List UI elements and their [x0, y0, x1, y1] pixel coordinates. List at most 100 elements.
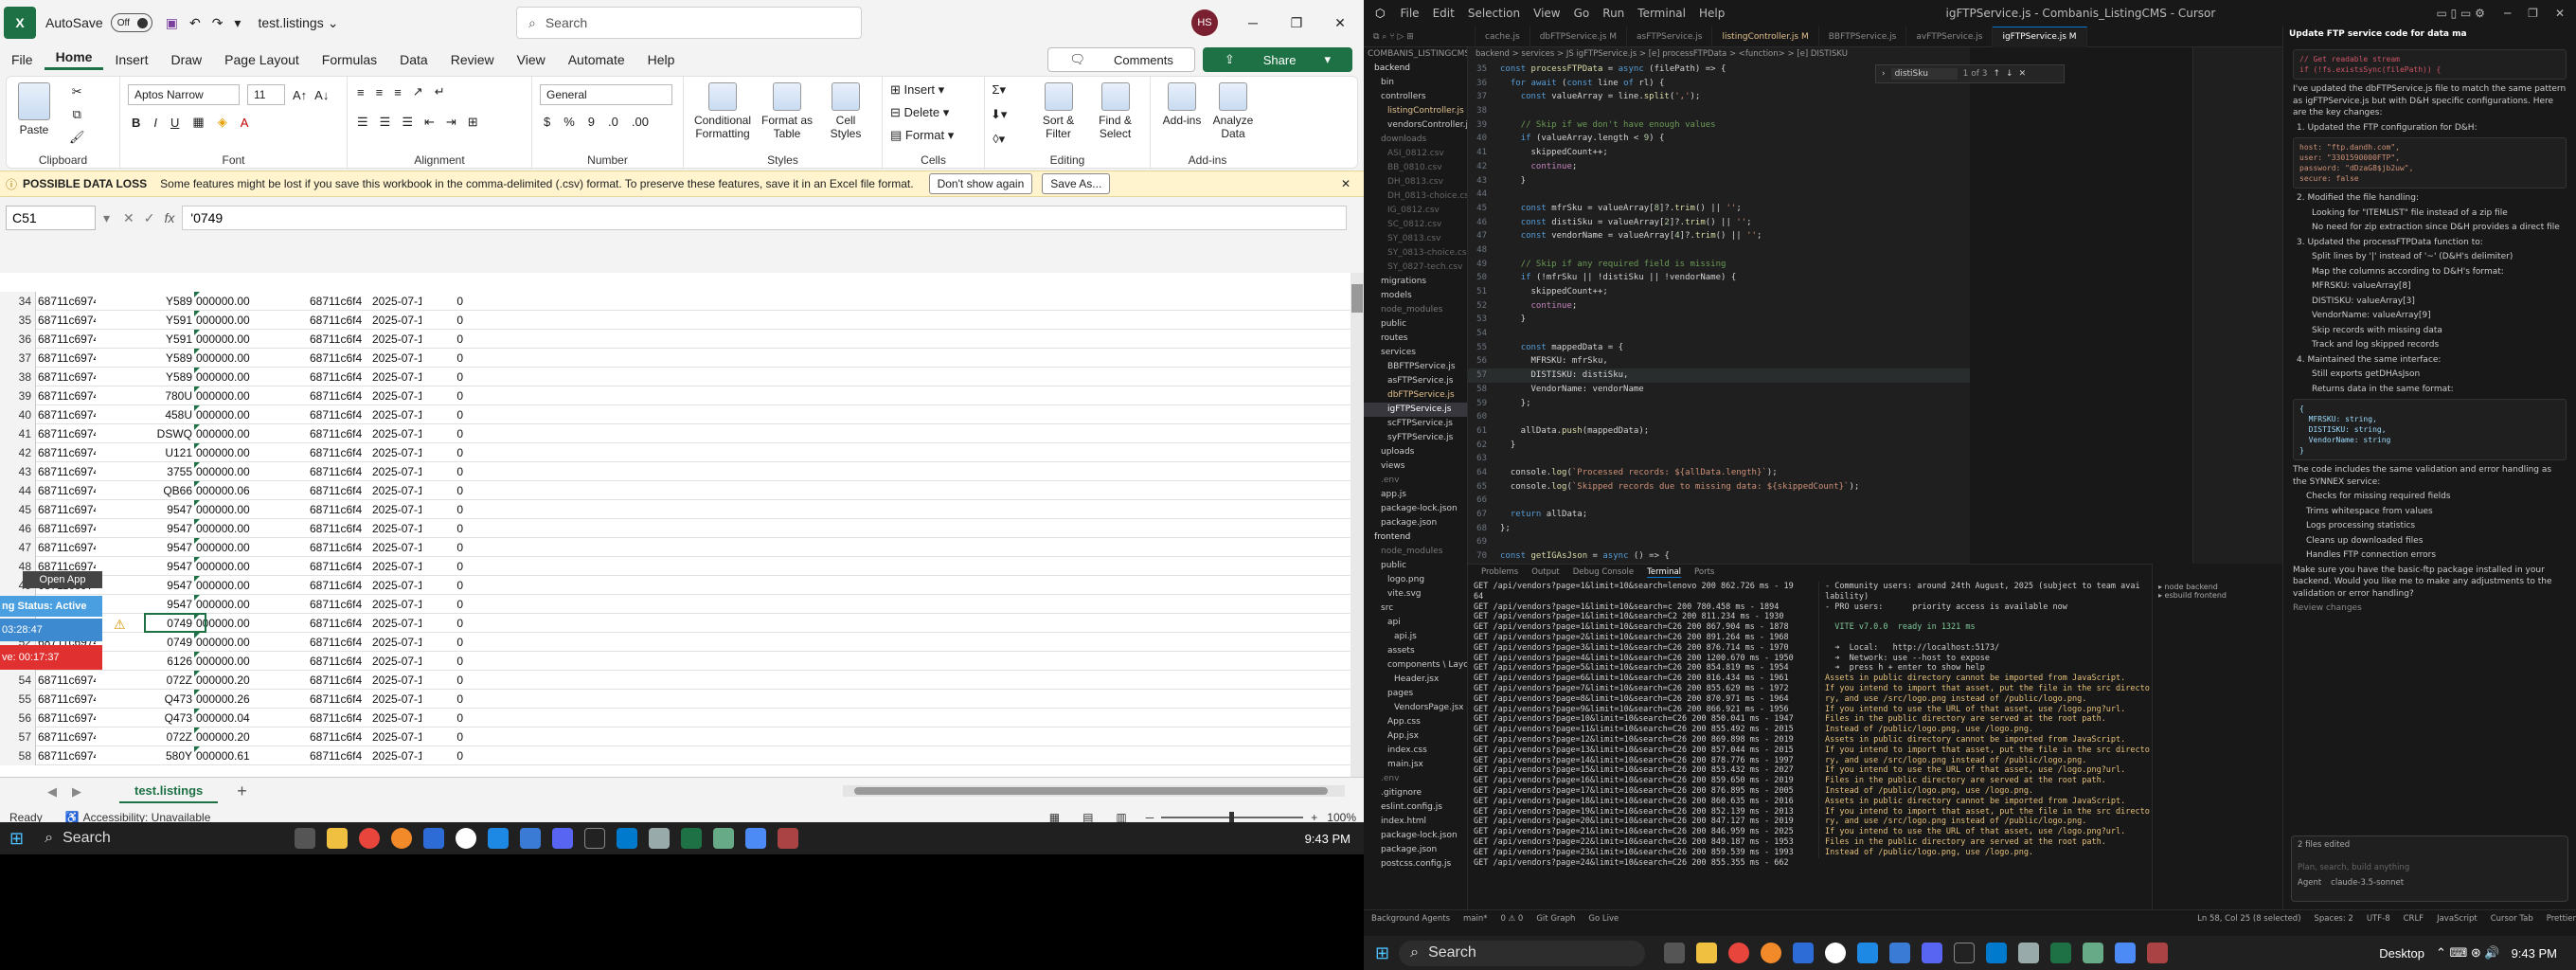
explorer-item[interactable]: SY_0813-choice.csv: [1364, 246, 1467, 260]
conditional-formatting-button[interactable]: Conditional Formatting: [691, 82, 754, 140]
format-painter-icon[interactable]: 🖌: [69, 130, 85, 145]
cell-c[interactable]: 9547: [132, 595, 194, 614]
status-item[interactable]: JavaScript: [2437, 914, 2478, 924]
cell-f[interactable]: 68711c6f4: [308, 576, 370, 595]
chat-input-box[interactable]: 2 files edited Plan, search, build anyth…: [2291, 835, 2568, 902]
explorer-item[interactable]: public: [1364, 559, 1467, 573]
next-sheet-icon[interactable]: ▶: [72, 784, 81, 799]
explorer-item[interactable]: App.jsx: [1364, 729, 1467, 744]
cell-h[interactable]: 0: [421, 500, 465, 519]
cursor-restore-icon[interactable]: ❐: [2528, 7, 2538, 20]
indent-increase-icon[interactable]: ⇥: [446, 115, 456, 130]
find-prev-icon[interactable]: ↑: [1993, 69, 2000, 79]
explorer-item[interactable]: frontend: [1364, 530, 1467, 545]
undo-icon[interactable]: ↶: [189, 15, 201, 31]
cell-f[interactable]: 68711c6f4: [308, 595, 370, 614]
row-number[interactable]: 37: [0, 349, 36, 368]
code-editor[interactable]: 35 const processFTPData = async (filePath…: [1468, 47, 1970, 564]
insert-cells-button[interactable]: ⊞ Insert ▾: [890, 82, 944, 98]
cell-c[interactable]: Y591: [132, 311, 194, 330]
explorer-item[interactable]: uploads: [1364, 445, 1467, 459]
row-number[interactable]: 39: [0, 386, 36, 405]
explorer-item[interactable]: backend: [1364, 62, 1467, 76]
row-number[interactable]: 38: [0, 368, 36, 386]
clear-icon[interactable]: ◊▾: [993, 132, 1005, 147]
cell-d[interactable]: 000000.00: [194, 557, 260, 576]
cell-g[interactable]: 2025-07-1: [370, 690, 421, 709]
name-box[interactable]: C51: [6, 206, 96, 230]
tab-page-layout[interactable]: Page Layout: [213, 52, 311, 67]
status-item[interactable]: 0 ⚠ 0: [1501, 914, 1524, 924]
sheet-tab[interactable]: test.listings: [119, 780, 219, 803]
cell-g[interactable]: 2025-07-1: [370, 349, 421, 368]
app2-icon[interactable]: [520, 828, 542, 849]
app-icon[interactable]: [456, 828, 477, 849]
cell-c[interactable]: 0749: [132, 633, 194, 652]
cell-g[interactable]: 2025-07-1: [370, 443, 421, 462]
menu-go[interactable]: Go: [1574, 7, 1590, 20]
file-explorer-icon[interactable]: [1696, 943, 1718, 963]
explorer-item[interactable]: vite.svg: [1364, 587, 1467, 602]
cell-g[interactable]: 2025-07-1: [370, 614, 421, 633]
horizontal-scroll-thumb[interactable]: [854, 787, 1328, 795]
paste-button[interactable]: Paste: [18, 82, 50, 136]
row-number[interactable]: 44: [0, 481, 36, 500]
cell-h[interactable]: 0: [421, 292, 465, 311]
task-view-icon[interactable]: [295, 828, 316, 849]
explorer-item[interactable]: migrations: [1364, 275, 1467, 289]
tab-asftpservice[interactable]: asFTPService.js: [1627, 26, 1713, 47]
name-box-chevron-icon[interactable]: ▾: [103, 210, 110, 226]
terminal-backend[interactable]: GET /api/vendors?page=1&limit=10&search=…: [1474, 582, 1805, 868]
model-select[interactable]: claude-3.5-sonnet: [2331, 878, 2404, 888]
tab-insert[interactable]: Insert: [103, 52, 159, 67]
explorer-item[interactable]: BBFTPService.js: [1364, 360, 1467, 374]
cell-c[interactable]: 9547: [132, 519, 194, 538]
cell-f[interactable]: 68711c6f4: [308, 746, 370, 765]
tab-file[interactable]: File: [0, 52, 45, 67]
menu-file[interactable]: File: [1400, 7, 1419, 20]
cell-f[interactable]: 68711c6f4: [308, 330, 370, 349]
panel-tab-ports[interactable]: Ports: [1694, 567, 1714, 577]
cell-c[interactable]: 072Z: [132, 671, 194, 690]
cell-d[interactable]: 000000.00: [194, 349, 260, 368]
cell-h[interactable]: 0: [421, 405, 465, 424]
align-bottom-icon[interactable]: ≡: [394, 85, 402, 99]
prev-sheet-icon[interactable]: ◀: [47, 784, 57, 799]
cell-a[interactable]: 68711c6974IG: [36, 386, 96, 405]
share-button[interactable]: ⇪ Share ▾: [1202, 47, 1352, 72]
panel-tab-debug[interactable]: Debug Console: [1573, 567, 1634, 577]
increase-font-icon[interactable]: A↑: [293, 88, 307, 102]
windows-start-icon[interactable]: ⊞: [9, 829, 24, 849]
cell-h[interactable]: 0: [421, 538, 465, 557]
explorer-item[interactable]: package.json: [1364, 516, 1467, 530]
dont-show-again-button[interactable]: Don't show again: [928, 173, 1033, 194]
tab-avftpservice[interactable]: avFTPService.js: [1906, 26, 1994, 47]
cell-g[interactable]: 2025-07-1: [370, 311, 421, 330]
panel-tab-problems[interactable]: Problems: [1481, 567, 1518, 577]
explorer-item[interactable]: VendorsPage.jsx: [1364, 701, 1467, 715]
explorer-item[interactable]: logo.png: [1364, 573, 1467, 587]
cell-f[interactable]: 68711c6f4: [308, 462, 370, 481]
explorer-icon[interactable]: ⧉ ⌕ ⑂ ▷ ⊞: [1373, 32, 1414, 42]
cell-g[interactable]: 2025-07-1: [370, 519, 421, 538]
increase-decimal-icon[interactable]: .0: [608, 115, 618, 129]
cell-d[interactable]: 000000.20: [194, 728, 260, 746]
tab-dbftpservice[interactable]: dbFTPService.js M: [1530, 26, 1628, 47]
cell-g[interactable]: 2025-07-1: [370, 500, 421, 519]
cell-a[interactable]: 68711c6974IG: [36, 330, 96, 349]
cell-c[interactable]: Q473: [132, 709, 194, 728]
cell-d[interactable]: 000000.00: [194, 424, 260, 443]
status-item[interactable]: CRLF: [2404, 914, 2424, 924]
vertical-scroll-thumb[interactable]: [1351, 284, 1363, 313]
cell-g[interactable]: 2025-07-1: [370, 746, 421, 765]
explorer-item[interactable]: models: [1364, 289, 1467, 303]
cell-h[interactable]: 0: [421, 652, 465, 671]
cell-f[interactable]: 68711c6f4: [308, 292, 370, 311]
find-chevron-icon[interactable]: ›: [1882, 69, 1886, 79]
cell-f[interactable]: 68711c6f4: [308, 671, 370, 690]
warning-icon[interactable]: ⚠: [114, 617, 126, 633]
redo-icon[interactable]: ↷: [212, 15, 224, 31]
explorer-item[interactable]: DH_0813-choice.csv: [1364, 189, 1467, 204]
terminal-frontend[interactable]: - Community users: around 24th August, 2…: [1818, 582, 2150, 858]
cell-d[interactable]: 000000.00: [194, 405, 260, 424]
